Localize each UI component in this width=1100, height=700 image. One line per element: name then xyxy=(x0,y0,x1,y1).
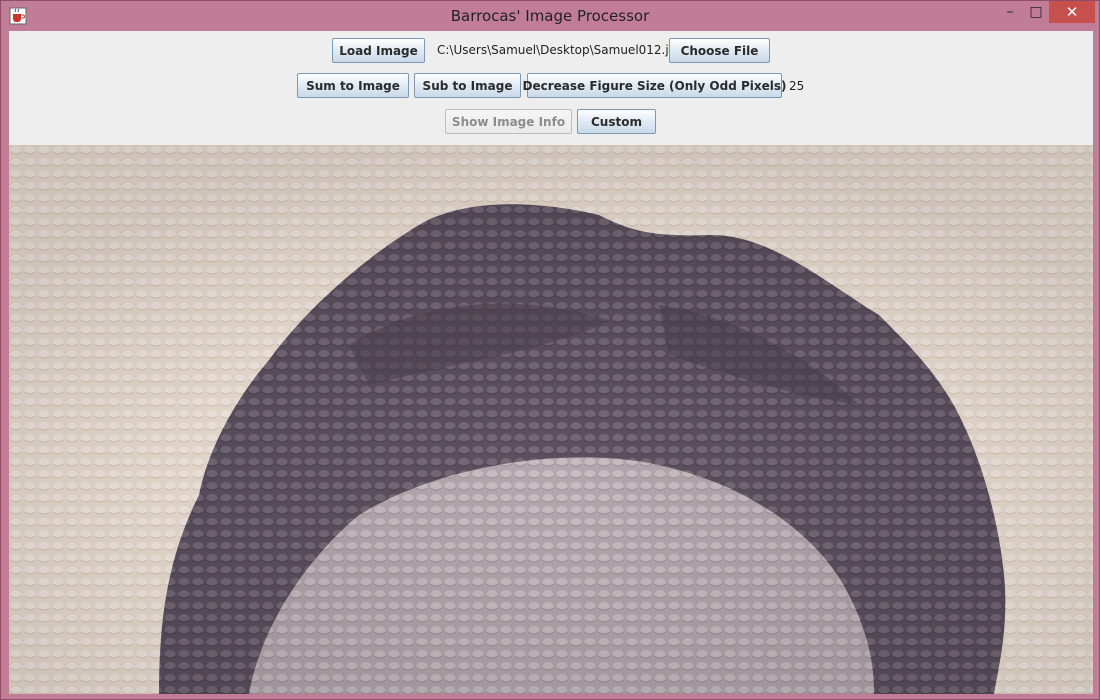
sub-to-image-button[interactable]: Sub to Image xyxy=(414,73,521,98)
choose-file-button[interactable]: Choose File xyxy=(669,38,770,63)
image-display-panel xyxy=(9,145,1093,694)
load-image-button[interactable]: Load Image xyxy=(332,38,425,63)
decrease-figure-size-button[interactable]: Decrease Figure Size (Only Odd Pixels) xyxy=(523,73,787,98)
window-title: Barrocas' Image Processor xyxy=(450,7,650,25)
decrease-size-value: 25 xyxy=(789,79,805,93)
app-window: Barrocas' Image Processor – □ ✕ Load Ima… xyxy=(0,0,1100,700)
show-image-info-button[interactable]: Show Image Info xyxy=(445,109,572,134)
maximize-button[interactable]: □ xyxy=(1023,1,1049,23)
minimize-button[interactable]: – xyxy=(997,1,1023,23)
custom-button[interactable]: Custom xyxy=(577,109,656,134)
title-bar[interactable]: Barrocas' Image Processor – □ ✕ xyxy=(1,1,1099,31)
sum-to-image-button[interactable]: Sum to Image xyxy=(297,73,409,98)
close-button[interactable]: ✕ xyxy=(1049,1,1095,23)
client-area: Load Image C:\Users\Samuel\Desktop\Samue… xyxy=(9,31,1093,694)
loaded-photo xyxy=(9,145,1093,694)
file-path-label: C:\Users\Samuel\Desktop\Samuel012.jpg xyxy=(437,43,684,57)
